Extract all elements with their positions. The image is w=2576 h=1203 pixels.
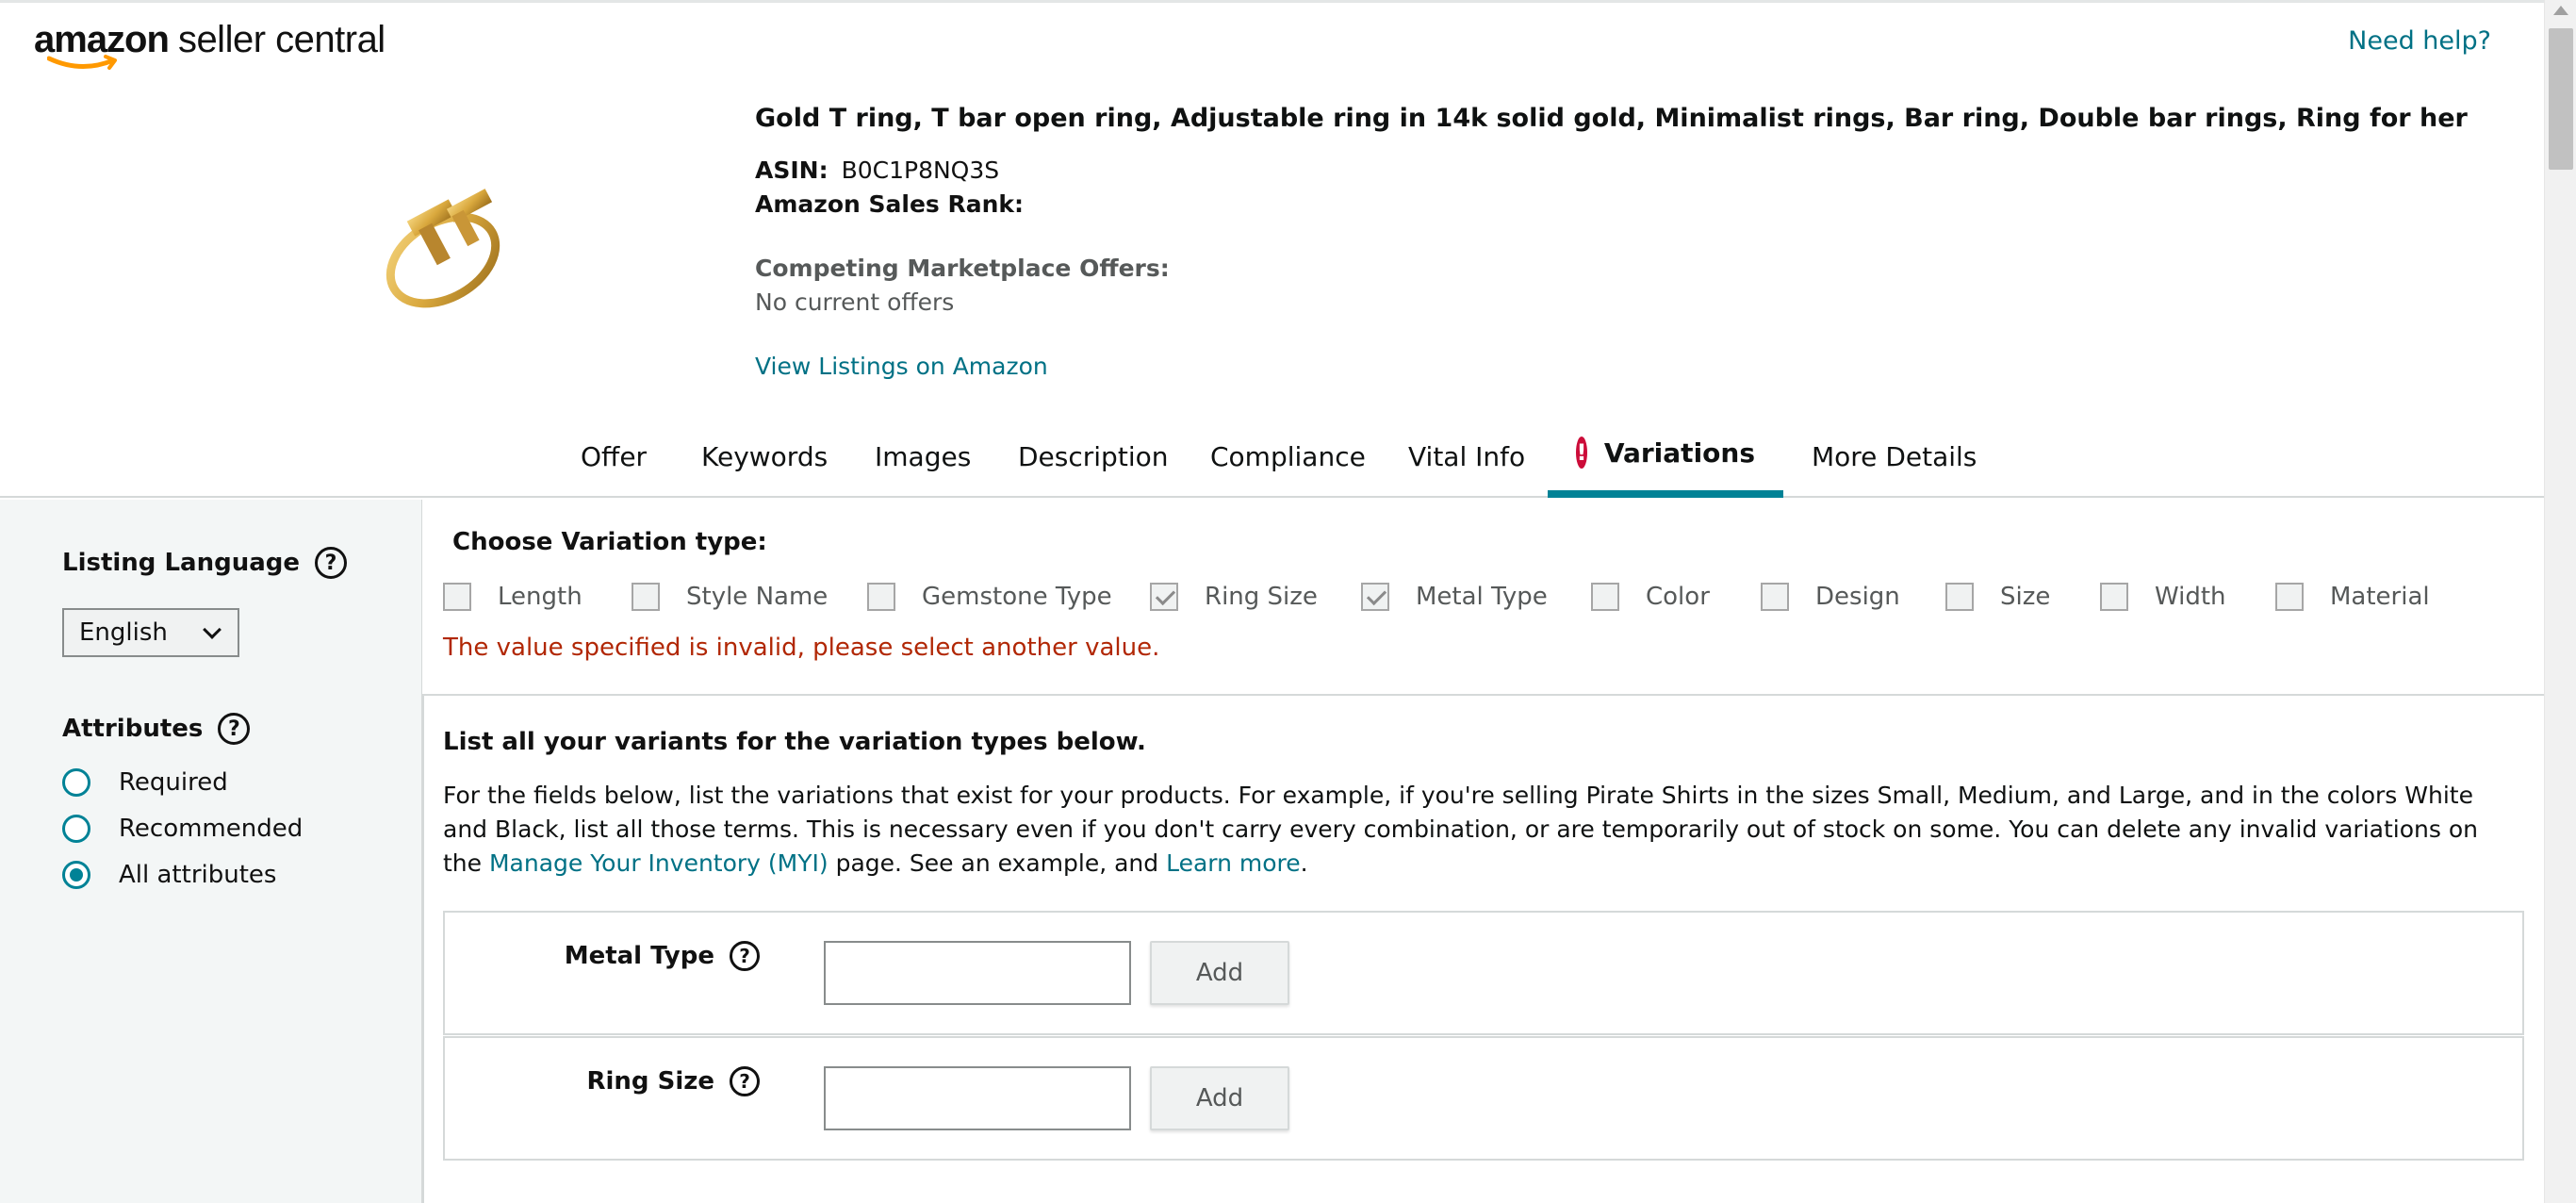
variation-checkbox-metal-type[interactable]: Metal Type <box>1361 583 1548 611</box>
variant-label: Metal Type ? <box>565 941 760 971</box>
variation-checkbox-color[interactable]: Color <box>1591 583 1710 611</box>
radio-icon[interactable] <box>62 861 90 889</box>
chevron-down-icon <box>203 620 222 639</box>
checkbox-label: Color <box>1646 583 1710 611</box>
listing-language-label: Listing Language <box>62 549 301 577</box>
radio-required[interactable]: Required <box>62 768 228 797</box>
attributes-label: Attributes <box>62 715 204 743</box>
help-icon[interactable]: ? <box>730 941 760 971</box>
tab-variations[interactable]: ! Variations <box>1548 415 1783 498</box>
variant-label-text: Metal Type <box>564 942 714 970</box>
listing-tabs: Offer Keywords Images Description Compli… <box>0 415 2545 498</box>
asin-row: ASIN: B0C1P8NQ3S <box>755 157 999 184</box>
manage-inventory-link[interactable]: Manage Your Inventory (MYI) <box>489 849 829 877</box>
tab-description[interactable]: Description <box>990 415 1196 498</box>
competing-offers-value: No current offers <box>755 288 955 316</box>
variation-checkbox-design[interactable]: Design <box>1761 583 1900 611</box>
checkbox-label: Material <box>2330 583 2430 611</box>
help-icon[interactable]: ? <box>730 1066 760 1096</box>
add-metal-type-button[interactable]: Add <box>1150 941 1289 1005</box>
checkbox-icon[interactable] <box>443 583 471 611</box>
checkbox-icon[interactable] <box>632 583 660 611</box>
product-title: Gold T ring, T bar open ring, Adjustable… <box>755 104 2468 133</box>
product-image <box>386 189 500 308</box>
checkbox-label: Design <box>1815 583 1900 611</box>
language-select[interactable]: English <box>62 608 239 657</box>
variant-label: Ring Size ? <box>586 1066 760 1096</box>
checkbox-icon[interactable] <box>1945 583 1974 611</box>
tab-variations-label: Variations <box>1603 437 1755 469</box>
metal-type-input[interactable] <box>824 941 1131 1005</box>
tab-compliance[interactable]: Compliance <box>1182 415 1394 498</box>
listing-language-heading: Listing Language ? <box>62 547 348 579</box>
variant-row-metal-type: Metal Type ? Add <box>443 911 2524 1035</box>
choose-variation-heading: Choose Variation type: <box>452 528 767 556</box>
checkbox-label: Metal Type <box>1416 583 1548 611</box>
tab-vital-info[interactable]: Vital Info <box>1380 415 1553 498</box>
help-icon[interactable]: ? <box>218 713 251 745</box>
variant-label-text: Ring Size <box>586 1067 714 1096</box>
scroll-up-icon[interactable] <box>2553 6 2568 15</box>
variation-checkbox-width[interactable]: Width <box>2100 583 2226 611</box>
checkbox-icon[interactable] <box>1361 583 1389 611</box>
description-text: page. See an example, and <box>828 849 1167 877</box>
radio-recommended[interactable]: Recommended <box>62 815 303 843</box>
variation-checkbox-style-name[interactable]: Style Name <box>632 583 828 611</box>
checkbox-label: Length <box>498 583 582 611</box>
checkbox-icon[interactable] <box>2100 583 2128 611</box>
radio-icon[interactable] <box>62 768 90 797</box>
radio-all-attributes[interactable]: All attributes <box>62 861 276 889</box>
language-value: English <box>79 618 168 647</box>
variation-checkbox-ring-size[interactable]: Ring Size <box>1150 583 1318 611</box>
competing-offers-label: Competing Marketplace Offers: <box>755 255 1170 282</box>
tab-images[interactable]: Images <box>846 415 999 498</box>
variant-row-ring-size: Ring Size ? Add <box>443 1036 2524 1161</box>
radio-label: All attributes <box>119 861 277 889</box>
attributes-heading: Attributes ? <box>62 713 251 745</box>
variation-checkbox-gemstone-type[interactable]: Gemstone Type <box>867 583 1112 611</box>
variants-description: For the fields below, list the variation… <box>443 779 2517 881</box>
top-border <box>0 0 2576 3</box>
left-sidebar: Listing Language ? English Attributes ? … <box>0 500 422 1203</box>
checkbox-icon[interactable] <box>1761 583 1789 611</box>
checkbox-icon[interactable] <box>1150 583 1178 611</box>
panel-divider <box>422 696 424 1203</box>
logo-product-text: seller central <box>177 19 386 60</box>
learn-more-link[interactable]: Learn more <box>1166 849 1301 877</box>
checkbox-icon[interactable] <box>2275 583 2304 611</box>
scroll-thumb[interactable] <box>2549 28 2573 170</box>
checkbox-label: Style Name <box>686 583 829 611</box>
amazon-smile-icon <box>47 55 117 70</box>
variation-checkbox-material[interactable]: Material <box>2275 583 2430 611</box>
checkbox-label: Width <box>2155 583 2226 611</box>
variation-checkbox-size[interactable]: Size <box>1945 583 2050 611</box>
need-help-link[interactable]: Need help? <box>2348 26 2491 56</box>
variation-checkbox-length[interactable]: Length <box>443 583 582 611</box>
help-icon[interactable]: ? <box>315 547 348 579</box>
page-scrollbar[interactable] <box>2544 0 2576 1203</box>
checkbox-label: Ring Size <box>1205 583 1318 611</box>
add-ring-size-button[interactable]: Add <box>1150 1066 1289 1130</box>
variation-type-panel: Choose Variation type: Length Style Name… <box>422 500 2545 696</box>
tab-offer[interactable]: Offer <box>552 415 675 498</box>
checkbox-icon[interactable] <box>867 583 895 611</box>
variation-error-message: The value specified is invalid, please s… <box>443 634 1160 662</box>
asin-label: ASIN: <box>755 157 829 184</box>
sales-rank-label: Amazon Sales Rank: <box>755 190 1025 218</box>
checkbox-label: Size <box>2000 583 2051 611</box>
view-listings-link[interactable]: View Listings on Amazon <box>755 353 1048 380</box>
radio-label: Recommended <box>119 815 304 843</box>
tab-keywords[interactable]: Keywords <box>673 415 856 498</box>
tab-more-details[interactable]: More Details <box>1783 415 2005 498</box>
amazon-seller-central-logo[interactable]: amazon seller central <box>34 19 386 75</box>
error-icon: ! <box>1576 437 1587 469</box>
checkbox-icon[interactable] <box>1591 583 1619 611</box>
ring-size-input[interactable] <box>824 1066 1131 1130</box>
radio-label: Required <box>119 768 228 797</box>
description-text: . <box>1300 849 1308 877</box>
variants-heading: List all your variants for the variation… <box>443 728 1146 756</box>
checkbox-label: Gemstone Type <box>922 583 1112 611</box>
radio-icon[interactable] <box>62 815 90 843</box>
asin-value: B0C1P8NQ3S <box>841 157 1000 184</box>
